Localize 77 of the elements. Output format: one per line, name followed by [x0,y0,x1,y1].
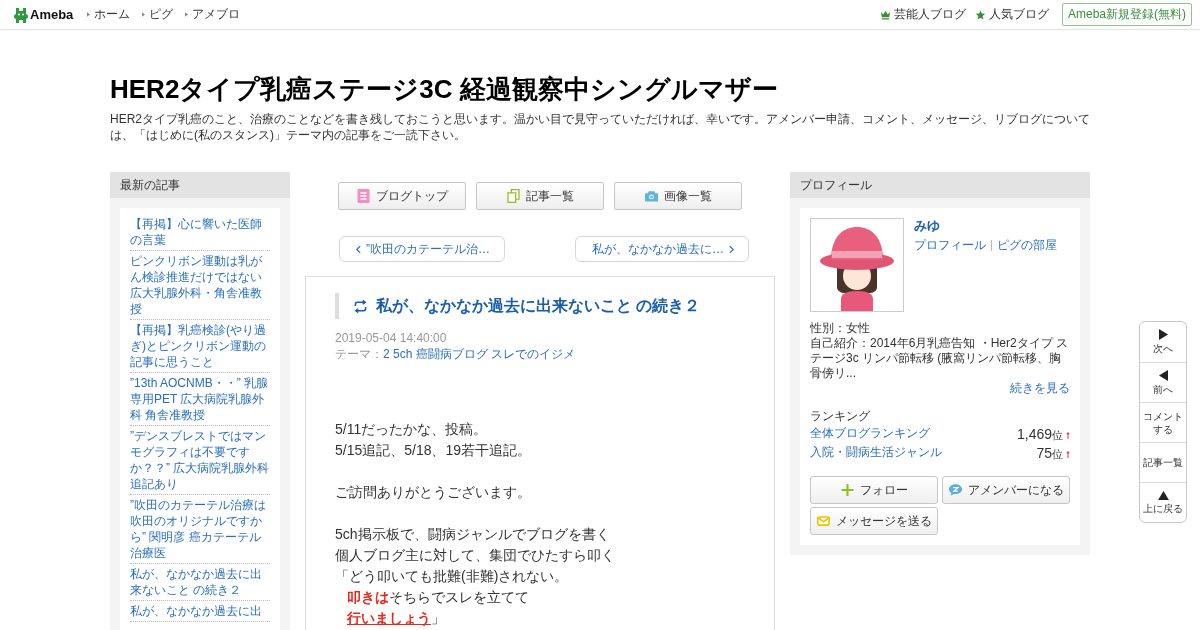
avatar-drawing[interactable] [810,218,904,312]
side-nav-button[interactable]: 前へ [1140,362,1186,402]
prev-article-button[interactable]: ”吹田のカテーテル治… [339,236,505,262]
featured-link[interactable]: 人気ブログ [975,6,1049,23]
read-more-link[interactable]: 続きを見る [1010,381,1070,396]
accent-bar [335,293,339,319]
camera-icon [644,189,658,203]
left-triangle-icon [1158,369,1168,381]
theme-link[interactable]: 2 5ch 癌闘病ブログ スレでのイジメ [383,346,576,362]
up-triangle-icon [1157,490,1169,500]
article-link[interactable]: 【再掲】心に響いた医師の言葉 [130,214,270,251]
toolbar-button[interactable]: ブログトップ [338,182,466,210]
pages-icon [506,189,520,203]
right-triangle-icon [1158,329,1168,340]
repeat-icon [353,299,368,313]
envelope-icon [817,515,830,527]
article-link[interactable]: 私が、なかなか過去に出 [130,601,270,622]
author-name[interactable]: みゆ [914,218,1057,234]
featured-link[interactable]: 芸能人ブログ [880,6,966,23]
signup-button[interactable]: Ameba新規登録(無料) [1062,3,1192,26]
chevron-right-icon [729,244,734,254]
amember-button[interactable]: アメンバーになる [942,476,1070,504]
article-link[interactable]: 私が、なかなか過去に出来ないこと の続き２ [130,564,270,601]
logo-link[interactable]: Ameba [14,6,74,23]
body-text: ご訪問ありがとうございます。 [335,483,531,502]
body-text: 行いましょう」 [346,609,445,628]
next-article-button[interactable]: 私が、なかなか過去に… [575,236,749,262]
rank-value: 1,469位 [1016,424,1063,443]
ranking-link[interactable]: 全体ブログランキング [810,425,930,442]
triangle-icon [87,12,91,17]
ranking-title: ランキング [810,408,871,424]
intro-text: 自己紹介：2014年6月乳癌告知 ・Her2タイプ ステージ3c リンパ節転移 (腋窩リンパ節転移、胸骨傍リ... [810,336,1070,381]
rank-value: 75位 [1036,443,1063,462]
document-icon [356,189,370,203]
body-text: 個人ブログ主に対して、集団でひたすら叩く [335,546,615,565]
triangle-icon [142,12,146,17]
message-button[interactable]: メッセージを送る [810,507,938,535]
up-arrow-icon [1066,450,1070,458]
side-nav-button[interactable]: 記事一覧 [1140,442,1186,482]
article-link[interactable]: ピンクリボン運動は乳がん検診推進だけではない広大乳腺外科・角舎准教授 [130,251,270,320]
crown-icon [880,9,891,20]
speech-bubble-icon [949,484,962,496]
profile-link[interactable]: プロフィール [914,237,986,253]
article-link[interactable]: ”13th AOCNMB・・” 乳腺専用PET 広大病院乳腺外科 角舎准教授 [130,373,270,426]
body-text: 「どう叩いても批難(非難)されない。 [335,567,569,586]
nav-link[interactable]: ホーム [87,6,131,23]
star-icon [975,9,986,20]
triangle-icon [185,12,189,17]
body-text: 5ch掲示板で、闘病ジャンルでブログを書く [335,525,610,544]
section-header: プロフィール [790,172,1090,198]
body-text: 5/15追記、5/18、19若干追記。 [335,441,532,460]
body-text: 叩きはそちらでスレを立てて [346,588,529,607]
post-date: 2019-05-04 14:40:00 [335,330,448,346]
follow-button[interactable]: フォロー [810,476,938,504]
toolbar-button[interactable]: 記事一覧 [476,182,604,210]
profile-link[interactable]: ピグの部屋 [997,237,1057,253]
section-header: 最新の記事 [110,172,290,198]
side-nav-button[interactable]: 上に戻る [1140,482,1186,522]
ranking-link[interactable]: 入院・闘病生活ジャンル [810,444,942,461]
theme-label: テーマ： [335,346,383,362]
article-title[interactable]: 私が、なかなか過去に出来ないこと の続き２ [376,296,701,316]
mascot-icon [14,6,28,23]
plus-icon [840,484,854,496]
gender-text: 性別：女性 [810,321,871,336]
nav-link[interactable]: ピグ [142,6,174,23]
nav-link[interactable]: アメブロ [185,6,241,23]
article-link[interactable]: ”デンスブレストではマンモグラフィは不要ですか？？” 広大病院乳腺外科追記あり [130,426,270,495]
side-nav-button[interactable]: コメントする [1140,402,1186,442]
blog-description: HER2タイプ乳癌のこと、治療のことなどを書き残しておこうと思います。温かい目で見守っていただければ、幸いです。アメンバー申請、コメント、メッセージ、リブログについては、「はじめに(私のスタンス)」テーマ内の記事をご一読下さい。 [110,111,1090,143]
blog-title[interactable]: HER2タイプ乳癌ステージ3C 経過観察中シングルマザー [110,74,1090,104]
side-nav-button[interactable]: 次へ [1140,322,1186,362]
body-text: 5/11だったかな、投稿。 [335,420,488,439]
up-arrow-icon [1066,431,1070,439]
article-link[interactable]: 【再掲】乳癌検診(やり過ぎ)とピンクリボン運動の記事に思うこと [130,320,270,373]
chevron-left-icon [356,244,361,254]
article-link[interactable]: ”吹田のカテーテル治療は吹田のオリジナルですから” 関明彦 癌カテーテル治療医 [130,495,270,564]
toolbar-button[interactable]: 画像一覧 [614,182,742,210]
